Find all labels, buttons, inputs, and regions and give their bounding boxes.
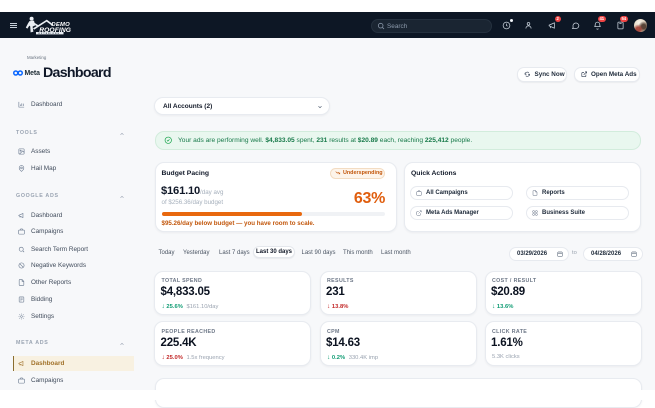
- svg-text:EXTERIORS: EXTERIORS: [39, 33, 60, 35]
